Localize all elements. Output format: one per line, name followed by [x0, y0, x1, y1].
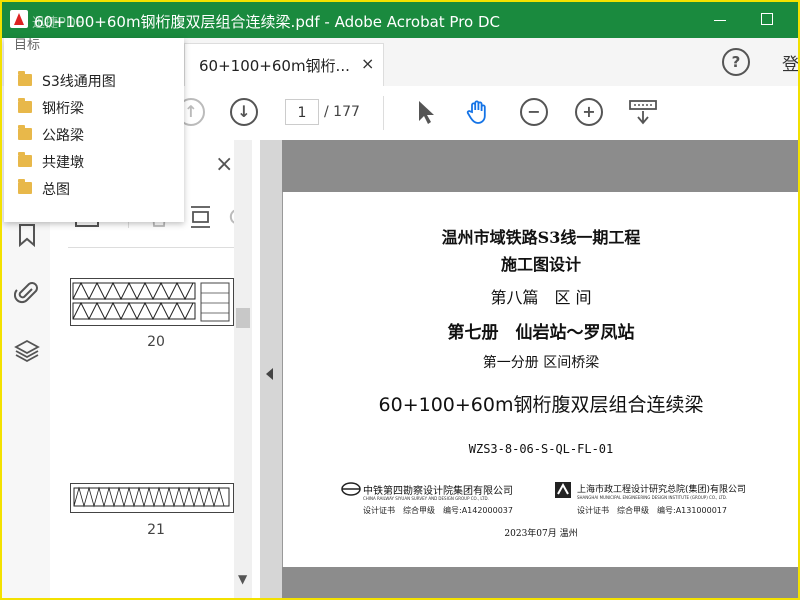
bookmark-label: 钢桁梁 — [42, 101, 84, 117]
volume-title: 第七册 仙岩站～罗凤站 — [447, 323, 635, 343]
scroll-mode-icon[interactable] — [628, 98, 658, 126]
acrobat-logo-icon — [10, 10, 28, 28]
crsdi-logo-icon — [341, 482, 361, 496]
issue-date: 2023年07月 温州 — [504, 529, 578, 539]
org2-cert: 设计证书 综合甲级 编号:A131000017 — [577, 506, 727, 515]
document-view: 温州市域铁路S3线一期工程 施工图设计 第八篇 区 间 第七册 仙岩站～罗凤站 … — [260, 140, 798, 598]
folder-icon — [18, 179, 32, 194]
page-total-label: / 177 — [324, 104, 360, 120]
bookmark-label: 总图 — [42, 182, 70, 198]
bookmark-label: 共建墩 — [42, 155, 84, 171]
org2-name: 上海市政工程设计研究总院(集团)有限公司 — [577, 485, 747, 495]
next-page-edge — [282, 567, 798, 598]
org1-cert: 设计证书 综合甲级 编号:A142000037 — [363, 506, 513, 515]
org2-name-en: SHANGHAI MUNICIPAL ENGINEERING DESIGN IN… — [577, 495, 728, 500]
folder-icon — [18, 125, 32, 140]
document-tab-label: 60+100+60m钢桁... — [199, 57, 350, 75]
bookmarks-header: 目标 — [14, 38, 41, 53]
bookmark-label: S3线通用图 — [42, 74, 116, 90]
folder-icon — [18, 152, 32, 167]
close-tab-icon[interactable]: × — [361, 54, 374, 73]
sign-in-button[interactable]: 登 — [782, 50, 798, 75]
page-thumbnail-21[interactable] — [70, 483, 234, 513]
close-panel-icon[interactable]: × — [215, 152, 233, 177]
thumbnail-scrollbar[interactable]: ▼ — [234, 140, 252, 598]
previous-page-edge — [282, 140, 798, 192]
toolbar-divider — [383, 96, 384, 130]
next-page-icon[interactable]: ↓ — [230, 98, 258, 126]
watermark-text: 迅捷PDF — [32, 16, 84, 31]
layers-icon[interactable] — [14, 338, 40, 364]
scrollbar-thumb[interactable] — [236, 308, 250, 328]
maximize-button[interactable] — [754, 8, 780, 32]
zoom-in-icon[interactable]: + — [575, 98, 603, 126]
title-bar: 60+100+60m钢桁腹双层组合连续梁.pdf - Adobe Acrobat… — [2, 2, 798, 38]
help-button[interactable]: ? — [722, 48, 750, 76]
pdf-page: 温州市域铁路S3线一期工程 施工图设计 第八篇 区 间 第七册 仙岩站～罗凤站 … — [282, 192, 798, 567]
attachment-icon[interactable] — [14, 280, 40, 306]
thumbnail-label-20: 20 — [147, 334, 165, 350]
select-tool-icon[interactable] — [412, 98, 440, 126]
section-title: 第一分册 区间桥梁 — [482, 355, 600, 371]
scroll-down-icon[interactable]: ▼ — [238, 572, 247, 586]
bookmarks-popup: 目标 S3线通用图 钢桁梁 公路梁 共建墩 总图 — [4, 38, 184, 222]
window-title: 60+100+60m钢桁腹双层组合连续梁.pdf - Adobe Acrobat… — [34, 13, 501, 31]
project-title: 温州市域铁路S3线一期工程 — [441, 228, 641, 247]
acrobat-window: 60+100+60m钢桁腹双层组合连续梁.pdf - Adobe Acrobat… — [0, 0, 800, 600]
document-tab[interactable]: 60+100+60m钢桁... × — [184, 43, 384, 87]
page-thumbnail-20[interactable] — [70, 278, 234, 326]
folder-icon — [18, 71, 32, 86]
collapse-panel-icon[interactable] — [266, 368, 273, 380]
minimize-button[interactable] — [707, 8, 733, 32]
thumbnail-21-drawing — [73, 486, 230, 508]
smedi-logo-icon — [555, 482, 571, 498]
page-number-input[interactable]: 1 — [285, 99, 319, 125]
bookmark-icon[interactable] — [14, 222, 40, 248]
drawing-main-title: 60+100+60m钢桁腹双层组合连续梁 — [378, 394, 704, 416]
thumbnail-label-21: 21 — [147, 522, 165, 538]
org1-name-en: CHINA RAILWAY SIYUAN SURVEY AND DESIGN G… — [363, 496, 489, 501]
zoom-out-icon[interactable]: − — [520, 98, 548, 126]
crop-page-icon[interactable] — [188, 204, 214, 230]
bookmark-label: 公路梁 — [42, 128, 84, 144]
org1-name: 中铁第四勘察设计院集团有限公司 — [363, 486, 513, 497]
part-title: 第八篇 区 间 — [490, 288, 592, 307]
thumbnail-20-drawing — [72, 281, 230, 322]
document-code: WZS3-8-06-S-QL-FL-01 — [468, 442, 614, 456]
hand-tool-icon[interactable] — [464, 98, 492, 126]
design-stage: 施工图设计 — [500, 255, 581, 274]
folder-icon — [18, 98, 32, 113]
